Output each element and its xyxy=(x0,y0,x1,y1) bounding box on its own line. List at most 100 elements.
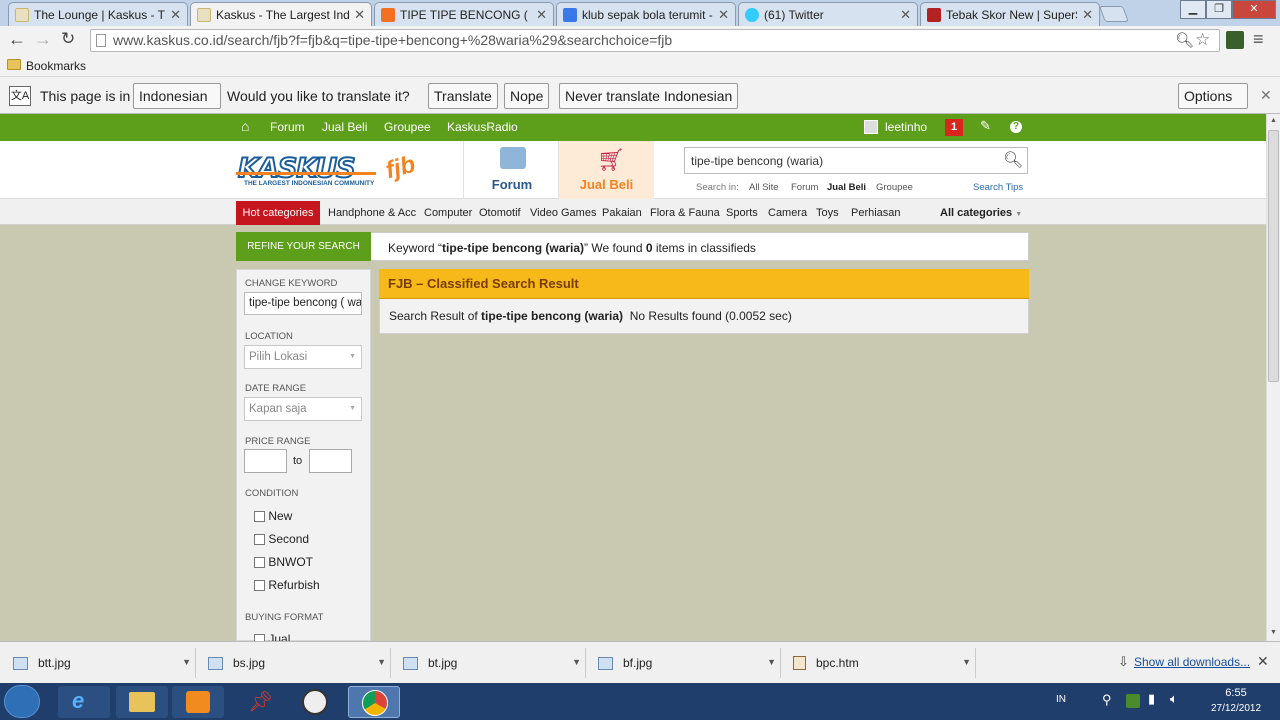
language-select[interactable]: Indonesian ▼ xyxy=(133,83,221,127)
category-flora-fauna[interactable]: Flora & Fauna xyxy=(650,207,720,219)
search-in-forum[interactable]: Forum xyxy=(791,182,818,193)
download-item-1[interactable]: btt.jpg ▼ xyxy=(3,648,196,678)
start-button[interactable] xyxy=(4,685,40,718)
bookmarks-folder[interactable]: Bookmarks xyxy=(26,59,86,73)
download-menu-icon[interactable]: ▼ xyxy=(377,657,386,667)
pencil-icon[interactable]: ✎ xyxy=(980,118,991,134)
translate-button[interactable]: Translate xyxy=(428,83,498,109)
tray-security-icon[interactable] xyxy=(1126,694,1140,708)
download-menu-icon[interactable]: ▼ xyxy=(572,657,581,667)
condition-bnwot[interactable]: BNWOT xyxy=(254,555,313,569)
scrollbar-thumb[interactable] xyxy=(1268,130,1279,382)
category-sports[interactable]: Sports xyxy=(726,207,758,219)
category-toys[interactable]: Toys xyxy=(816,207,839,219)
bookmark-star-icon[interactable]: ☆ xyxy=(1195,29,1210,50)
location-select[interactable]: Pilih Lokasi ▼ xyxy=(244,345,362,369)
page-scrollbar[interactable]: ▲ ▼ xyxy=(1266,114,1280,641)
keyword-input[interactable]: tipe-tipe bencong ( wa xyxy=(244,292,362,315)
hot-categories-button[interactable]: Hot categories xyxy=(236,201,320,225)
network-signal-icon[interactable]: ▮ xyxy=(1148,691,1155,707)
volume-icon[interactable]: 🔈︎ xyxy=(1170,691,1178,707)
chrome-taskbar-icon[interactable] xyxy=(348,686,400,718)
close-downloads-icon[interactable]: ✕ xyxy=(1257,653,1269,670)
extension-icon[interactable] xyxy=(1226,31,1244,49)
nav-kaskusradio[interactable]: KaskusRadio xyxy=(447,120,518,134)
forward-arrow-icon[interactable]: → xyxy=(34,29,52,50)
download-item-4[interactable]: bf.jpg ▼ xyxy=(588,648,781,678)
checkbox[interactable] xyxy=(254,557,265,569)
category-camera[interactable]: Camera xyxy=(768,207,807,219)
price-max-input[interactable] xyxy=(309,449,352,473)
media-player-taskbar-icon[interactable] xyxy=(172,686,224,718)
pin-taskbar-icon[interactable]: 📌︎ xyxy=(232,686,284,718)
close-window-button[interactable]: ✕ xyxy=(1232,0,1276,19)
address-bar[interactable]: www.kaskus.co.id/search/fjb?f=fjb&q=tipe… xyxy=(90,29,1220,52)
browser-tab-6[interactable]: Tebak Skor New | SuperSo ✕ xyxy=(920,2,1100,26)
category-otomotif[interactable]: Otomotif xyxy=(479,207,521,219)
nav-groupee[interactable]: Groupee xyxy=(384,120,431,134)
new-tab-button[interactable] xyxy=(1099,6,1129,22)
username-link[interactable]: leetinho xyxy=(885,120,927,134)
clock-date[interactable]: 27/12/2012 xyxy=(1200,703,1272,714)
restore-window-button[interactable]: ❐ xyxy=(1206,0,1232,19)
back-arrow-icon[interactable]: ← xyxy=(8,29,26,50)
close-tab-icon[interactable]: ✕ xyxy=(536,7,547,23)
checkbox[interactable] xyxy=(254,580,265,592)
scroll-up-icon[interactable]: ▲ xyxy=(1270,117,1277,124)
tray-pin-icon[interactable]: ⚲ xyxy=(1102,692,1112,708)
category-computer[interactable]: Computer xyxy=(424,207,472,219)
nav-forum[interactable]: Forum xyxy=(270,120,305,134)
browser-tab-1[interactable]: The Lounge | Kaskus - The ✕ xyxy=(8,2,188,26)
close-tab-icon[interactable]: ✕ xyxy=(354,7,365,23)
clock-taskbar-icon[interactable] xyxy=(290,686,342,718)
input-language-indicator[interactable]: IN xyxy=(1056,694,1066,705)
site-search-box[interactable]: tipe-tipe bencong (waria) 🔍︎ xyxy=(684,147,1028,174)
close-tab-icon[interactable]: ✕ xyxy=(1082,7,1093,23)
category-perhiasan[interactable]: Perhiasan xyxy=(851,207,901,219)
all-categories-button[interactable]: All categories ▼ xyxy=(940,207,1022,219)
clock-time[interactable]: 6:55 xyxy=(1206,687,1266,699)
download-item-2[interactable]: bs.jpg ▼ xyxy=(198,648,391,678)
date-range-select[interactable]: Kapan saja ▼ xyxy=(244,397,362,421)
close-tab-icon[interactable]: ✕ xyxy=(718,7,729,23)
close-tab-icon[interactable]: ✕ xyxy=(900,7,911,23)
search-in-jual-beli[interactable]: Jual Beli xyxy=(827,182,866,193)
search-in-groupee[interactable]: Groupee xyxy=(876,182,913,193)
reload-icon[interactable]: ↻ xyxy=(61,29,75,49)
notification-badge[interactable]: 1 xyxy=(945,119,963,136)
condition-second[interactable]: Second xyxy=(254,532,309,546)
ie-taskbar-icon[interactable]: e xyxy=(58,686,110,718)
zoom-magnifier-icon[interactable]: 🔍︎ xyxy=(1175,30,1194,51)
kaskus-logo[interactable]: KASKUS THE LARGEST INDONESIAN COMMUNITY … xyxy=(236,151,436,193)
menu-icon[interactable]: ≡ xyxy=(1253,29,1264,50)
browser-tab-5[interactable]: (61) Twitter ✕ xyxy=(738,2,918,26)
search-input[interactable]: tipe-tipe bencong (waria) xyxy=(691,154,823,168)
nope-button[interactable]: Nope xyxy=(504,83,550,109)
forum-tab[interactable]: Forum xyxy=(463,141,559,199)
price-min-input[interactable] xyxy=(244,449,287,473)
explorer-taskbar-icon[interactable] xyxy=(116,686,168,718)
download-menu-icon[interactable]: ▼ xyxy=(182,657,191,667)
condition-refurbish[interactable]: Refurbish xyxy=(254,578,320,592)
condition-new[interactable]: New xyxy=(254,509,292,523)
jual-beli-tab[interactable]: 🛒︎ Jual Beli xyxy=(559,141,654,199)
category-pakaian[interactable]: Pakaian xyxy=(602,207,642,219)
home-icon[interactable]: ⌂ xyxy=(241,118,249,134)
download-item-5[interactable]: bpc.htm ▼ xyxy=(783,648,976,678)
download-menu-icon[interactable]: ▼ xyxy=(767,657,776,667)
show-all-downloads-link[interactable]: Show all downloads... xyxy=(1134,655,1250,669)
category-video-games[interactable]: Video Games xyxy=(530,207,596,219)
avatar[interactable] xyxy=(864,120,878,134)
minimize-window-button[interactable]: ▁ xyxy=(1180,0,1206,19)
download-item-3[interactable]: bt.jpg ▼ xyxy=(393,648,586,678)
download-menu-icon[interactable]: ▼ xyxy=(962,657,971,667)
help-icon[interactable]: ? xyxy=(1010,121,1022,133)
category-handphone[interactable]: Handphone & Acc xyxy=(328,207,416,219)
scroll-down-icon[interactable]: ▼ xyxy=(1270,629,1277,636)
browser-tab-4[interactable]: klub sepak bola terumit - ✕ xyxy=(556,2,736,26)
options-button[interactable]: Options ▼ xyxy=(1178,83,1248,127)
search-icon[interactable]: 🔍︎ xyxy=(1003,150,1023,170)
close-infobar-icon[interactable]: ✕ xyxy=(1260,87,1272,104)
search-tips-link[interactable]: Search Tips xyxy=(973,182,1023,193)
browser-tab-3[interactable]: TIPE TIPE BENCONG ( WA ✕ xyxy=(374,2,554,26)
